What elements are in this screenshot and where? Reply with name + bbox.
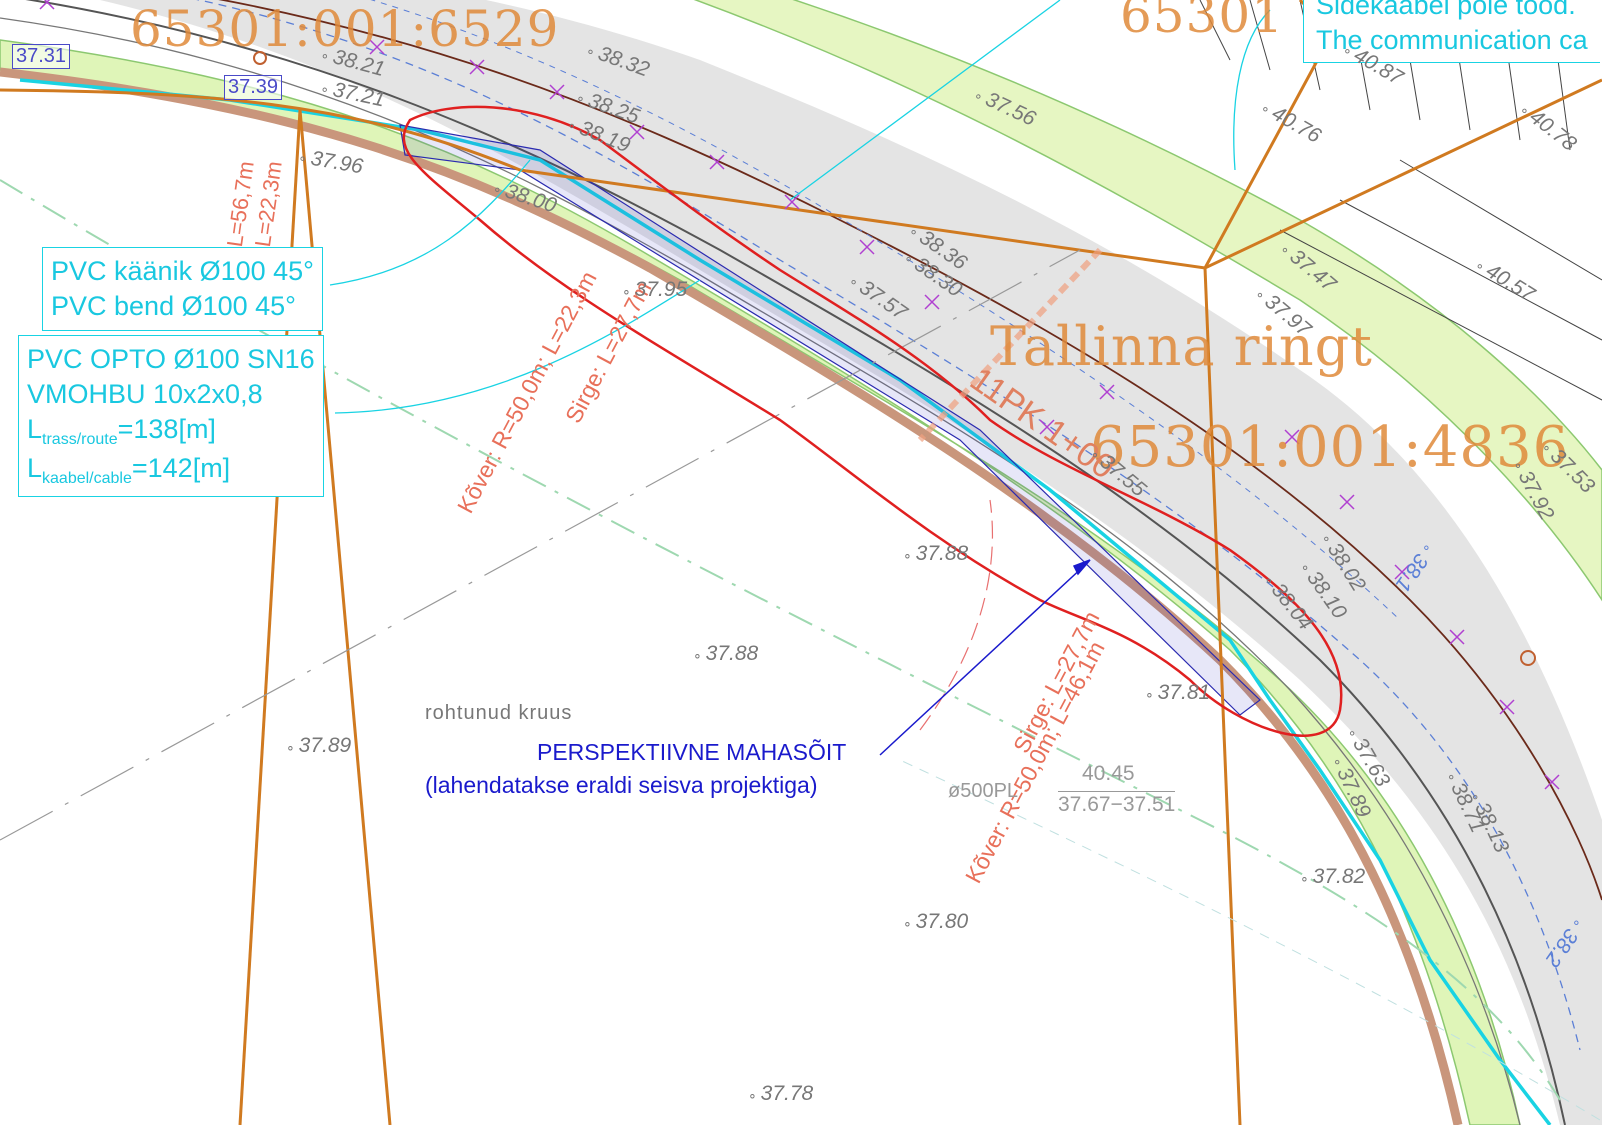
pipe-invert-levels: 37.67−37.51 [1058,791,1176,816]
pvc-bend-box: PVC käänik Ø100 45° PVC bend Ø100 45° [42,247,323,332]
pvc-duct-box: PVC OPTO Ø100 SN16 VMOHBU 10x2x0,8 Ltras… [18,335,324,497]
parcel-number-3: 65301:001:4836 [1090,415,1570,480]
spot-height: 37.82 [1300,865,1366,889]
note-line-1: Sidekaabel pole tööd. [1316,0,1576,20]
pipe-diameter: ø500PL [948,780,1019,802]
spot-height: 37.88 [903,542,969,566]
spot-height: 37.88 [693,642,759,666]
duct-line-1: PVC OPTO Ø100 SN16 [27,344,315,374]
spot-height: 37.80 [903,910,969,934]
bend-line-1: PVC käänik Ø100 45° [51,256,314,286]
cable-length: Lkaabel/cable=142[m] [27,452,231,487]
pipe-top-level: 40.45 [1082,762,1135,785]
bend-line-2: PVC bend Ø100 45° [51,291,296,322]
parcel-number-2: 65301 [1120,0,1285,44]
elevation-tag-2: 37.39 [224,75,283,100]
spot-height: 37.89 [286,734,352,758]
elevation-tag-1: 37.31 [12,44,71,69]
spot-height: 37.78 [748,1082,814,1106]
duct-line-2: VMOHBU 10x2x0,8 [27,379,263,410]
spot-height: 37.81 [1145,681,1211,705]
surface-label: rohtunud kruus [425,702,573,724]
route-length: Ltrass/route=138[m] [27,414,216,449]
access-note-title: PERSPEKTIIVNE MAHASÕIT [537,739,847,765]
parcel-name: Tallinna ringt [990,315,1373,378]
access-note-subtitle: (lahendatakse eraldi seisva projektiga) [425,772,818,798]
spot-height: 37.95 [622,278,688,302]
